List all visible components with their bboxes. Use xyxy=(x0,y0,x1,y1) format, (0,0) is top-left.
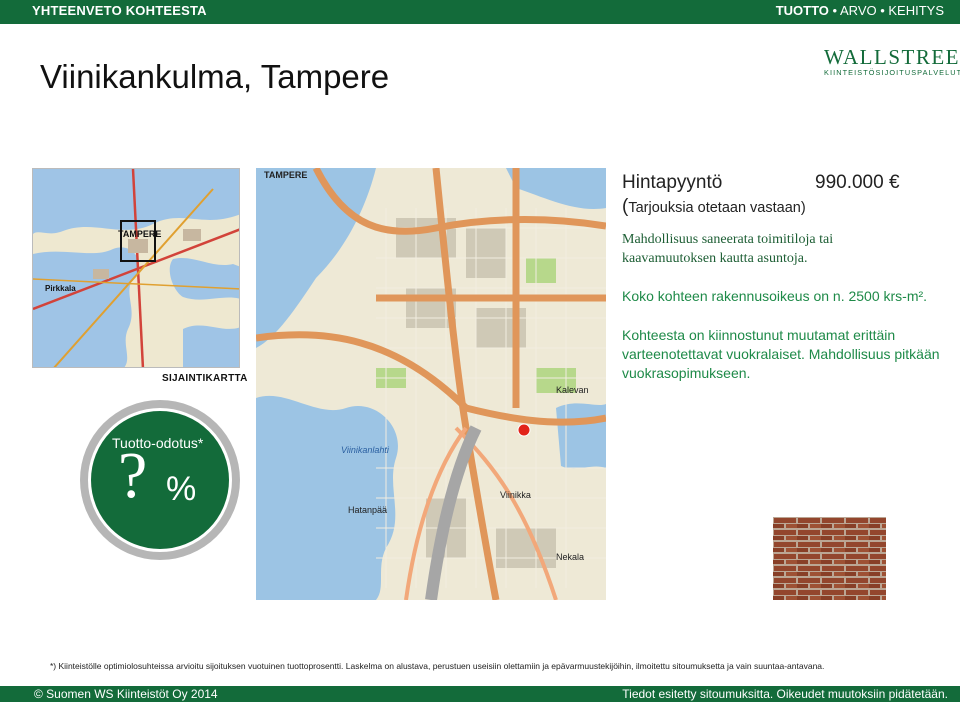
price-block: Hintapyyntö 990.000 € (Tarjouksia otetaa… xyxy=(622,172,922,217)
yield-value: ? xyxy=(118,439,148,512)
disclaimer: Tiedot esitetty sitoumuksitta. Oikeudet … xyxy=(622,687,948,701)
nav-items: • ARVO • KEHITYS xyxy=(832,3,944,18)
price-note: (Tarjouksia otetaan vastaan) xyxy=(622,196,806,218)
footer-bar: © Suomen WS Kiinteistöt Oy 2014 Tiedot e… xyxy=(0,686,960,702)
copyright: © Suomen WS Kiinteistöt Oy 2014 xyxy=(34,687,218,701)
location-minimap: TAMPERE Pirkkala xyxy=(32,168,240,368)
street-map: TAMPERE Viinikka Hatanpää Kalevan Viinik… xyxy=(256,168,606,600)
info-tenants: Kohteesta on kiinnostunut muutamat eritt… xyxy=(622,327,940,381)
info-building-rights: Koko kohteen rakennusoikeus on n. 2500 k… xyxy=(622,288,928,304)
section-title: YHTEENVETO KOHTEESTA xyxy=(32,3,207,18)
minimap-label-tampere: TAMPERE xyxy=(118,229,161,239)
map-label-nekala: Nekala xyxy=(556,552,584,562)
page-title: Viinikankulma, Tampere xyxy=(40,58,390,95)
info-renovation: Mahdollisuus saneerata toimitiloja tai k… xyxy=(622,232,834,266)
map-label-tampere: TAMPERE xyxy=(264,170,307,180)
minimap-label-pirkkala: Pirkkala xyxy=(45,284,76,293)
top-bar: YHTEENVETO KOHTEESTA TUOTTO • ARVO • KEH… xyxy=(0,0,960,24)
yield-badge xyxy=(88,408,232,552)
nav-item-active: TUOTTO xyxy=(775,3,829,18)
map-label-hatanpaa: Hatanpää xyxy=(348,505,387,515)
map-label-viinikanlahti: Viinikanlahti xyxy=(341,445,390,455)
location-map-label: SIJAINTIKARTTA xyxy=(162,373,248,384)
logo-tagline: KIINTEISTÖSIJOITUSPALVELUT xyxy=(824,68,960,77)
logo-name: WALLSTREET xyxy=(824,45,960,69)
price-label: Hintapyyntö xyxy=(622,172,723,193)
price-note-text: Tarjouksia otetaan vastaan) xyxy=(628,200,806,216)
price-value: 990.000 € xyxy=(815,172,900,193)
section-nav: TUOTTO • ARVO • KEHITYS xyxy=(776,3,944,18)
footnote: *) Kiinteistölle optimiolosuhteissa arvi… xyxy=(50,661,825,671)
map-label-viinikka: Viinikka xyxy=(500,490,531,500)
map-label-kalevan: Kalevan xyxy=(556,385,589,395)
wallstreet-logo: WALLSTREET© KIINTEISTÖSIJOITUSPALVELUT xyxy=(824,45,960,81)
yield-unit: % xyxy=(166,470,197,508)
brick-wall-photo xyxy=(773,517,886,600)
